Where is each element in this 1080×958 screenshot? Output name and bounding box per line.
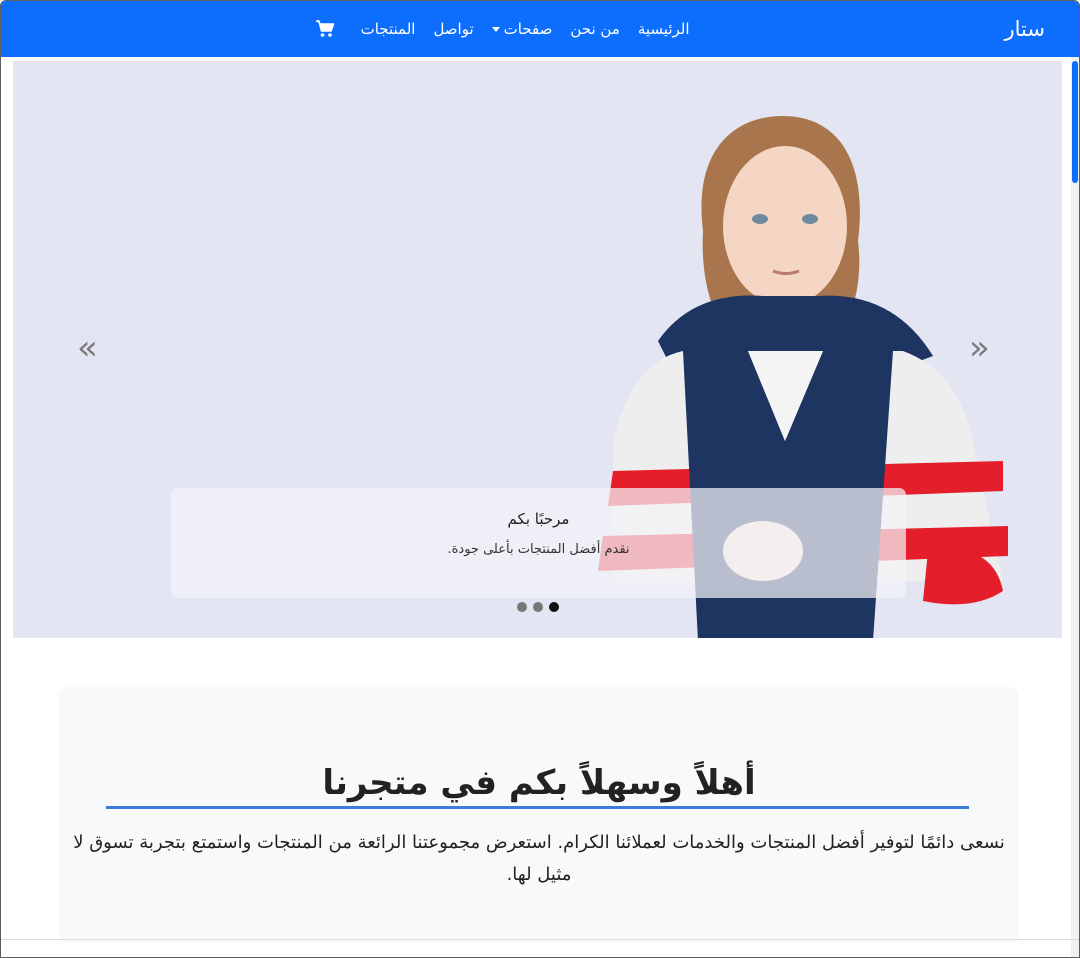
carousel-indicator-1[interactable] [549,602,559,612]
caption-text: نقدم أفضل المنتجات بأعلى جودة. [447,542,630,557]
nav-contact[interactable]: تواصل [433,20,473,38]
brand-logo[interactable]: ستار [1005,17,1045,41]
carousel-indicator-3[interactable] [517,602,527,612]
divider [1,939,1079,940]
welcome-text: نسعى دائمًا لتوفير أفضل المنتجات والخدما… [73,832,1005,885]
caption-title: مرحبًا بكم [507,510,570,528]
browser-frame: ستار الرئيسية من نحن صفحات تواصل المنتجا… [0,0,1080,958]
carousel-prev-button[interactable]: « [77,331,98,365]
carousel-indicators [517,602,565,612]
carousel-next-button[interactable]: » [969,331,990,365]
nav-home[interactable]: الرئيسية [638,20,690,38]
hero-carousel: « » مرحبًا بكم نقدم أفضل المنتجات بأعلى … [13,61,1062,638]
cart-icon[interactable] [315,20,335,38]
scrollbar-thumb[interactable] [1072,61,1078,183]
carousel-caption: مرحبًا بكم نقدم أفضل المنتجات بأعلى جودة… [171,488,906,598]
nav-pages-label: صفحات [503,20,553,38]
nav-links: الرئيسية من نحن صفحات تواصل المنتجات [315,20,690,38]
carousel-indicator-2[interactable] [533,602,543,612]
nav-about[interactable]: من نحن [570,20,620,38]
scrollbar[interactable] [1071,57,1079,957]
welcome-section: أهلاً وسهلاً بكم في متجرنا نسعى دائمًا ل… [59,687,1019,943]
nav-pages-dropdown[interactable]: صفحات [491,20,553,38]
nav-products[interactable]: المنتجات [361,20,416,38]
chevron-down-icon [491,26,500,32]
title-underline [106,806,969,809]
welcome-title: أهلاً وسهلاً بكم في متجرنا [322,763,756,803]
navbar: ستار الرئيسية من نحن صفحات تواصل المنتجا… [1,1,1079,57]
